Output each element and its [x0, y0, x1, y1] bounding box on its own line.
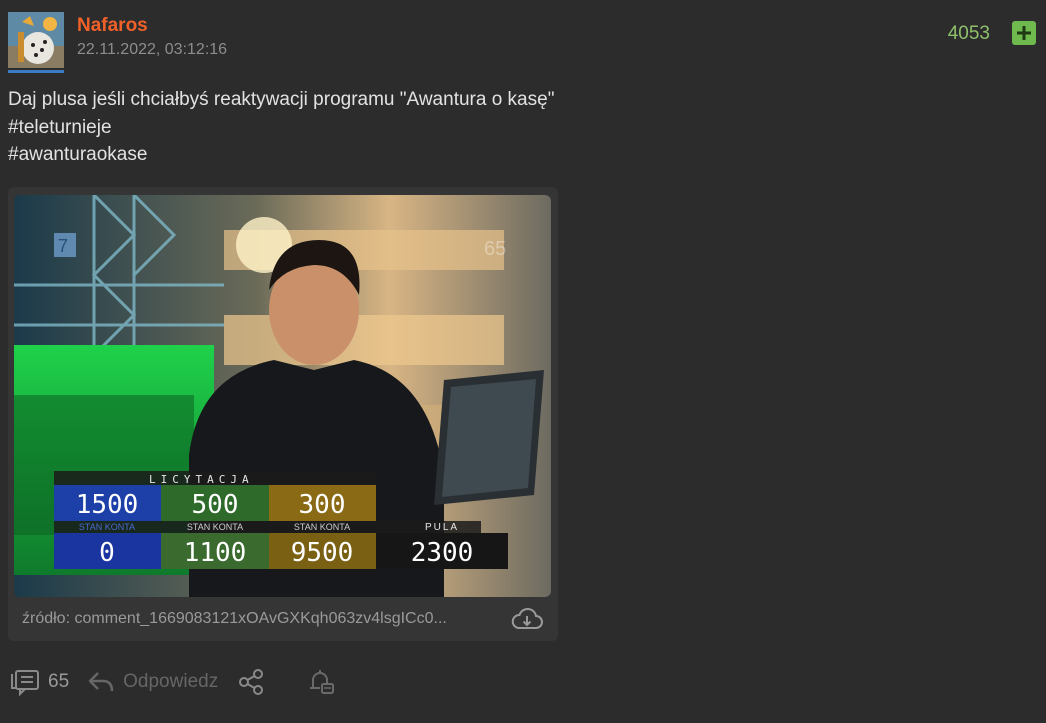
share-button[interactable] — [236, 667, 266, 697]
reply-icon — [88, 672, 114, 692]
comments-button[interactable]: 65 — [8, 668, 69, 696]
hashtag-awanturaokase[interactable]: #awanturaokase — [8, 141, 554, 169]
hashtag-teleturnieje[interactable]: #teleturnieje — [8, 114, 554, 142]
pool-label: PULA — [425, 522, 459, 533]
account-label-yellow: STAN KONTA — [294, 522, 350, 532]
download-cloud-icon — [511, 607, 543, 629]
post-date[interactable]: 22.11.2022, 03:12:16 — [77, 41, 227, 59]
post-text: Daj plusa jeśli chciałbyś reaktywacji pr… — [8, 89, 555, 110]
comments-count: 65 — [48, 671, 70, 692]
account-green: 1100 — [184, 538, 247, 568]
notify-button[interactable] — [306, 667, 336, 697]
post-content: Daj plusa jeśli chciałbyś reaktywacji pr… — [8, 86, 554, 169]
author-name[interactable]: Nafaros — [77, 15, 148, 37]
plus-icon — [1017, 26, 1031, 40]
channel-logo: 7 — [58, 236, 68, 256]
bid-blue: 1500 — [76, 490, 139, 520]
reply-label: Odpowiedz — [123, 671, 219, 692]
bid-green: 500 — [192, 490, 239, 520]
reply-button[interactable]: Odpowiedz — [87, 669, 218, 695]
image-source[interactable]: źródło: comment_1669083121xOAvGXKqh063zv… — [22, 610, 447, 628]
vote-count: 4053 — [947, 23, 990, 44]
upvote-button[interactable] — [1012, 21, 1036, 45]
comments-icon — [11, 670, 39, 696]
tv-screenshot: 7 65 LICYTACJA 1500 500 300 STAN KONTA S… — [14, 195, 551, 597]
bid-yellow: 300 — [299, 490, 346, 520]
download-button[interactable] — [510, 607, 544, 636]
pool-value: 2300 — [411, 538, 474, 568]
avatar[interactable] — [8, 12, 64, 68]
watermark: 65 — [484, 238, 506, 260]
share-icon — [239, 669, 264, 695]
account-blue: 0 — [99, 538, 115, 568]
media-card: 7 65 LICYTACJA 1500 500 300 STAN KONTA S… — [8, 187, 558, 641]
embedded-image[interactable]: 7 65 LICYTACJA 1500 500 300 STAN KONTA S… — [14, 195, 551, 597]
scoreboard-title: LICYTACJA — [149, 473, 254, 486]
avatar-image — [8, 12, 64, 68]
action-bar: 65 Odpowiedz — [8, 664, 336, 700]
avatar-underline — [8, 70, 64, 73]
account-label-green: STAN KONTA — [187, 522, 243, 532]
account-label-blue: STAN KONTA — [79, 522, 135, 532]
account-yellow: 9500 — [291, 538, 354, 568]
bell-icon — [310, 670, 335, 694]
